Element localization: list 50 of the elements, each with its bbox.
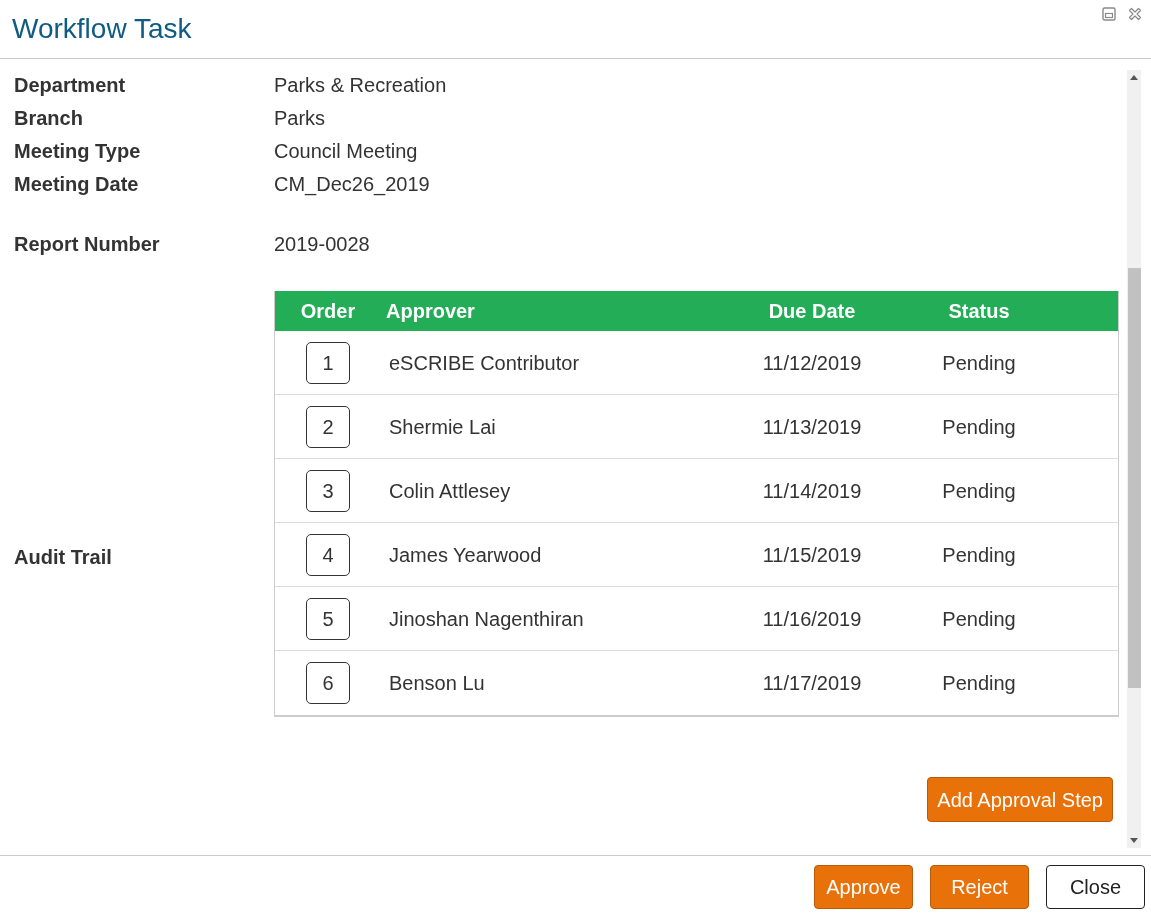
approver-cell: Jinoshan Nagenthiran [389,607,584,630]
scroll-up-icon[interactable] [1130,75,1138,80]
field-label: Meeting Date [14,171,140,197]
order-number: 4 [306,533,350,576]
approver-cell: Benson Lu [389,672,485,694]
due-date-cell: 11/16/2019 [762,607,862,630]
field-label: Branch [14,105,84,131]
scrollbar-track[interactable] [1127,70,1141,848]
order-number: 5 [306,597,350,640]
status-cell: Pending [942,415,1016,438]
approver-cell: eSCRIBE Contributor [389,351,580,374]
status-cell: Pending [942,479,1016,502]
field-value: Parks [274,105,327,131]
status-cell: Pending [942,351,1016,374]
due-date-cell: 11/15/2019 [762,543,862,566]
approver-cell: Shermie Lai [389,415,496,438]
status-cell: Pending [942,672,1016,694]
due-date-cell: 11/12/2019 [762,351,862,374]
column-header: Due Date [767,299,857,324]
approver-cell: James Yearwood [389,543,542,566]
column-header: Status [947,299,1011,324]
window-title: Workflow Task [12,15,192,43]
order-number: 3 [306,469,350,512]
approver-cell: Colin Attlesey [389,479,511,502]
status-cell: Pending [942,543,1016,566]
scroll-down-icon[interactable] [1130,838,1138,843]
order-number: 6 [306,662,350,704]
close-icon[interactable] [1128,7,1142,21]
reject-button[interactable]: Reject [930,865,1029,909]
field-value: 2019-0028 [274,231,371,257]
field-label: Meeting Type [14,138,142,164]
order-number: 1 [306,341,350,384]
field-value: Parks & Recreation [274,72,448,98]
status-cell: Pending [942,607,1016,630]
field-value: CM_Dec26_2019 [274,171,431,198]
order-number: 2 [306,405,350,448]
scrollbar-thumb[interactable] [1127,268,1141,688]
column-header: Order [299,299,357,324]
due-date-cell: 11/17/2019 [762,672,862,694]
field-label: Audit Trail [14,544,113,570]
due-date-cell: 11/13/2019 [762,415,862,438]
close-button[interactable]: Close [1046,865,1145,909]
maximize-icon[interactable] [1102,7,1116,21]
field-value: Council Meeting [274,138,419,164]
column-header: Approver [385,299,476,324]
approve-button[interactable]: Approve [814,865,913,909]
due-date-cell: 11/14/2019 [762,479,862,502]
field-label: Department [14,72,127,98]
field-label: Report Number [14,231,161,257]
add-approval-step-button[interactable]: Add Approval Step [927,777,1113,822]
